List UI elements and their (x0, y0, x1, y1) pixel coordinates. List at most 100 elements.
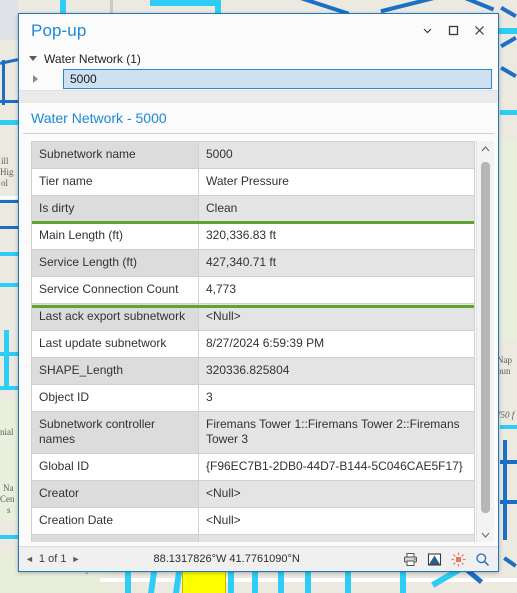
tree-item-5000[interactable]: 5000 (63, 69, 492, 89)
flash-feature-icon[interactable] (451, 552, 466, 567)
attribute-key: Last update subnetwork (32, 330, 199, 358)
map-water-main (380, 0, 440, 14)
map-water-main (500, 460, 517, 464)
attribute-value: 8/27/2024 6:59:39 PM (198, 330, 474, 358)
map-service-line (4, 330, 9, 390)
map-service-line (0, 386, 20, 390)
map-water-main (2, 60, 5, 105)
attribute-value: Water Pressure (198, 168, 474, 196)
triangle-collapsed-icon[interactable] (33, 75, 38, 83)
map-label: ol (1, 178, 9, 188)
table-row[interactable]: Global ID {F96EC7B1-2DB0-44D7-B144-5C046C… (32, 453, 474, 481)
magnifier-icon[interactable] (475, 552, 490, 567)
map-label: ill (1, 156, 9, 166)
attributes-table-container[interactable]: Subnetwork name 5000 Tier name Water Pressu… (31, 141, 475, 542)
map-green-area (0, 0, 18, 40)
attribute-value: 320,336.83 ft (198, 222, 474, 250)
table-row[interactable]: Service Connection Count 4,773 (32, 276, 474, 304)
attribute-key: Creation Date (32, 507, 199, 535)
results-tree[interactable]: Water Network (1) 5000 (19, 47, 498, 103)
table-row[interactable]: EditorROB12336 (32, 534, 474, 542)
tree-group-label: Water Network (1) (44, 51, 141, 66)
attribute-value: Clean (198, 195, 474, 223)
table-row[interactable]: Last update subnetwork 8/27/2024 6:59:39 … (32, 330, 474, 358)
attribute-key: Subnetwork name (32, 142, 199, 169)
attribute-value: {F96EC7B1-2DB0-44D7-B144-5C046CAE5F17} (198, 453, 474, 481)
coordinate-readout: 88.1317826°W 41.7761090°N (153, 553, 300, 565)
attributes-table: Subnetwork name 5000 Tier name Water Pressu… (32, 142, 474, 542)
attributes-panel: Subnetwork name 5000 Tier name Water Pressu… (19, 134, 498, 546)
popup-window[interactable]: Pop-up Water Network (1) 5000 Water Netw… (18, 13, 499, 572)
triangle-expanded-icon[interactable] (29, 56, 37, 61)
selected-feature-polygon[interactable] (182, 570, 226, 593)
map-water-main (500, 6, 517, 18)
close-icon[interactable] (466, 19, 492, 43)
map-service-line (0, 535, 20, 539)
next-record-icon[interactable]: ► (71, 554, 80, 564)
attribute-key: Global ID (32, 453, 199, 481)
map-green-area (498, 140, 517, 340)
table-row[interactable]: Object ID 3 (32, 384, 474, 412)
attribute-value: <Null> (198, 480, 474, 508)
table-row[interactable]: Main Length (ft) 320,336.83 ft (32, 222, 474, 250)
tree-group-water-network[interactable]: Water Network (1) (19, 49, 498, 68)
record-navigation[interactable]: ◄ 1 of 1 ► (25, 553, 80, 565)
table-row[interactable]: Creation Date <Null> (32, 507, 474, 535)
print-icon[interactable] (403, 552, 418, 567)
table-row[interactable]: SHAPE_Length 320336.825804 (32, 357, 474, 385)
map-road (0, 196, 20, 199)
table-row[interactable]: Creator <Null> (32, 480, 474, 508)
map-service-line (0, 120, 18, 125)
scrollbar-track[interactable] (477, 156, 494, 527)
attribute-key: Creator (32, 480, 199, 508)
tree-child-row[interactable]: 5000 (19, 68, 498, 90)
map-water-main (455, 0, 495, 12)
table-row[interactable]: Service Length (ft) 427,340.71 ft (32, 249, 474, 277)
attribute-value: 5000 (198, 142, 474, 169)
zoom-to-feature-icon[interactable] (427, 552, 442, 567)
map-service-line (500, 110, 517, 115)
table-row[interactable]: Subnetwork name 5000 (32, 142, 474, 169)
table-row[interactable]: Last ack export subnetwork <Null> (32, 303, 474, 331)
maximize-icon[interactable] (440, 19, 466, 43)
scrollbar-thumb[interactable] (481, 162, 490, 513)
attributes-scrollbar[interactable] (476, 141, 494, 542)
popup-statusbar: ◄ 1 of 1 ► 88.1317826°W 41.7761090°N (19, 546, 498, 571)
map-service-line (0, 352, 20, 356)
attribute-value: 4,773 (198, 276, 474, 304)
feature-heading: Water Network - 5000 (19, 103, 498, 133)
attribute-key: Service Connection Count (32, 276, 199, 304)
map-water-main (503, 556, 517, 568)
attribute-key: Service Length (ft) (32, 249, 199, 277)
attribute-key: Last ack export subnetwork (32, 303, 199, 331)
map-label: s (7, 505, 11, 515)
previous-record-icon[interactable]: ◄ (25, 554, 34, 564)
attribute-value: 427,340.71 ft (198, 249, 474, 277)
popup-titlebar[interactable]: Pop-up (19, 14, 498, 47)
attribute-key: Subnetwork controller names (32, 411, 199, 454)
attribute-value: <Null> (198, 303, 474, 331)
record-counter: 1 of 1 (38, 553, 67, 565)
attribute-value: <Null> (198, 507, 474, 535)
collapse-chevron-icon[interactable] (414, 19, 440, 43)
attribute-key: SHAPE_Length (32, 357, 199, 385)
map-road (110, 0, 113, 13)
scroll-down-arrow-icon[interactable] (477, 527, 494, 542)
tree-splitter[interactable] (19, 90, 498, 103)
map-water-main (500, 66, 517, 78)
map-label: Nap (497, 355, 512, 365)
map-water-main (500, 500, 517, 504)
map-water-main (0, 226, 20, 229)
scroll-up-arrow-icon[interactable] (477, 141, 494, 156)
table-row[interactable]: Is dirty Clean (32, 195, 474, 223)
map-service-line (150, 0, 220, 6)
map-label: Hig (0, 167, 14, 177)
table-row[interactable]: Tier name Water Pressure (32, 168, 474, 196)
attribute-key: Object ID (32, 384, 199, 412)
map-water-main (0, 200, 20, 203)
map-label: Na (3, 483, 14, 493)
table-row[interactable]: Subnetwork controller names Firemans Towe… (32, 411, 474, 454)
attribute-value: 3 (198, 384, 474, 412)
attribute-key: Editor (32, 534, 199, 542)
attribute-value: ROB12336 (198, 534, 474, 542)
